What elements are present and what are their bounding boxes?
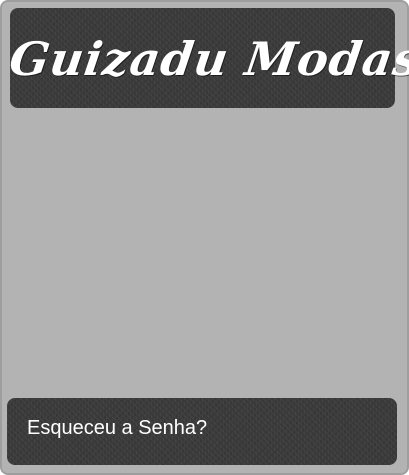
forgot-password-link[interactable]: Esqueceu a Senha?	[27, 417, 207, 440]
header-banner: Guizadu Modas	[6, 8, 409, 108]
login-frame: Guizadu Modas Esqueceu a Senha?	[0, 0, 409, 475]
content-area	[10, 114, 399, 392]
brand-logo: Guizadu Modas	[6, 32, 409, 86]
footer-bar: Esqueceu a Senha?	[7, 398, 397, 465]
